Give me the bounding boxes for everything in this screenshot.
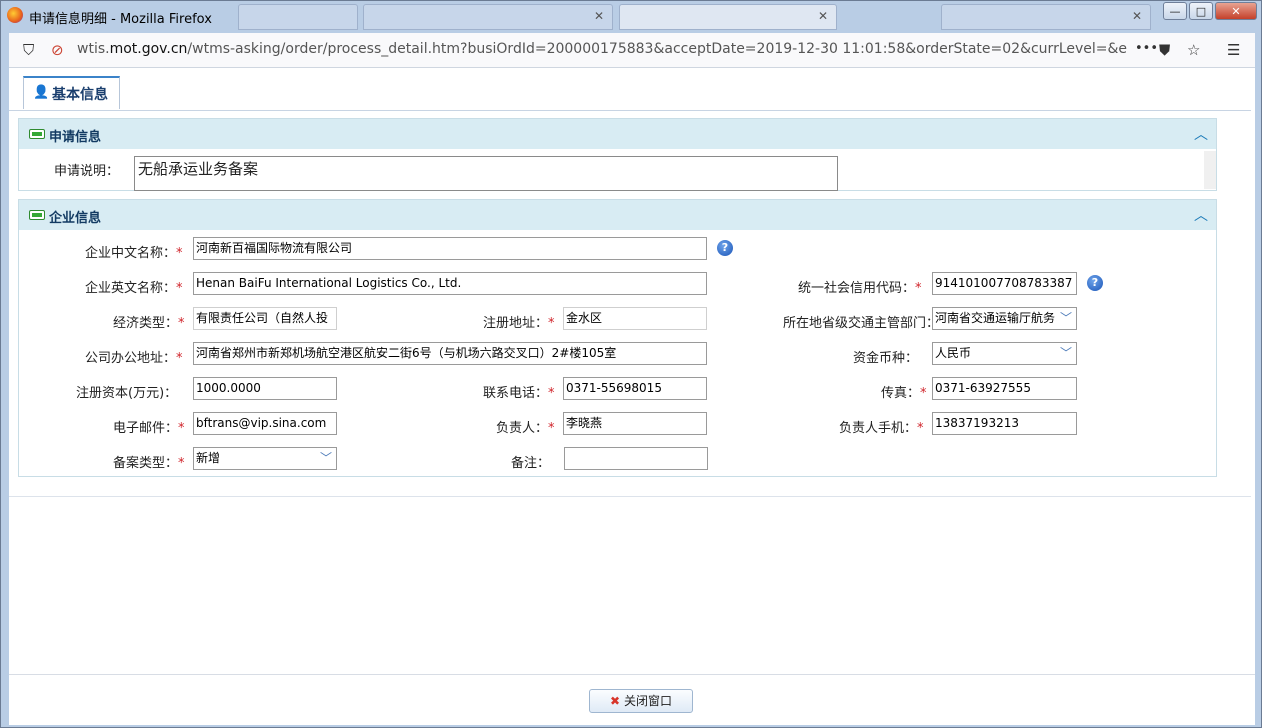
chevron-up-icon[interactable]: ︿ xyxy=(1194,124,1208,144)
close-icon[interactable]: ✕ xyxy=(1132,9,1142,23)
econ-type-field[interactable]: 有限责任公司（自然人投 xyxy=(193,307,337,330)
fax-label: 传真：* xyxy=(881,386,927,401)
window-title: 申请信息明细 - Mozilla Firefox xyxy=(29,12,212,27)
note-field[interactable] xyxy=(564,447,708,470)
firefox-icon xyxy=(7,7,23,23)
chevron-down-icon: ﹀ xyxy=(1059,346,1072,360)
background-tab[interactable]: ✕ xyxy=(363,4,613,30)
econ-type-label: 经济类型：* xyxy=(113,316,185,331)
cn-name-label: 企业中文名称：* xyxy=(85,246,183,261)
remark-label: 申请说明： xyxy=(54,164,120,179)
close-icon[interactable]: ✕ xyxy=(594,9,604,23)
chevron-down-icon: ﹀ xyxy=(1059,311,1072,325)
browser-window: 申请信息明细 - Mozilla Firefox ✕ ✕ ✕ — □ ✕ ⛉ ⊘… xyxy=(0,0,1262,728)
office-address-label: 公司办公地址：* xyxy=(85,351,183,366)
tracking-icon[interactable]: ⊘ xyxy=(51,41,64,59)
close-button-label: 关闭窗口 xyxy=(624,694,673,708)
principal-mobile-label: 负责人手机：* xyxy=(839,421,924,436)
url-text[interactable]: wtis.mot.gov.cn/wtms-asking/order/proces… xyxy=(77,41,1127,57)
reg-address-label: 注册地址：* xyxy=(483,316,555,331)
authority-select[interactable]: 河南省交通运输厅航务 ﹀ xyxy=(932,307,1077,330)
tab-label: 基本信息 xyxy=(52,87,108,103)
page-content: 👤 基本信息 申请信息 ︿ 申请说明： 无船承运业务备案 企业信息 ︿ 企业中文… xyxy=(9,68,1255,674)
background-tab[interactable]: ✕ xyxy=(619,4,837,30)
maximize-button[interactable]: □ xyxy=(1189,2,1213,20)
page-actions-button[interactable]: ••• xyxy=(1135,41,1158,56)
close-window-button[interactable]: ✕ xyxy=(1215,2,1257,20)
apply-info-panel: 申请信息 ︿ 申请说明： 无船承运业务备案 xyxy=(18,118,1217,191)
minimize-button[interactable]: — xyxy=(1163,2,1187,20)
cn-name-field[interactable]: 河南新百福国际物流有限公司 xyxy=(193,237,707,260)
url-bar[interactable]: ⛉ ⊘ wtis.mot.gov.cn/wtms-asking/order/pr… xyxy=(9,33,1255,68)
shield-icon[interactable]: ⛉ xyxy=(23,41,34,59)
phone-label: 联系电话：* xyxy=(483,386,555,401)
scrollbar[interactable] xyxy=(1204,151,1216,189)
panel-header: 企业信息 ︿ xyxy=(19,200,1216,230)
principal-label: 负责人：* xyxy=(496,421,555,436)
principal-mobile-field[interactable]: 13837193213 xyxy=(932,412,1077,435)
bookmark-star-icon[interactable]: ☆ xyxy=(1187,41,1200,59)
divider xyxy=(9,496,1251,497)
panel-title: 申请信息 xyxy=(49,130,102,145)
filing-type-select[interactable]: 新增 ﹀ xyxy=(193,447,337,470)
currency-select[interactable]: 人民币 ﹀ xyxy=(932,342,1077,365)
principal-field[interactable]: 李晓燕 xyxy=(563,412,707,435)
panel-icon xyxy=(29,129,45,139)
background-tab[interactable] xyxy=(238,4,358,30)
email-label: 电子邮件：* xyxy=(113,421,185,436)
close-x-icon: ✖ xyxy=(609,694,621,708)
reg-address-field[interactable]: 金水区 xyxy=(563,307,707,330)
filing-type-label: 备案类型：* xyxy=(113,456,185,471)
company-info-panel: 企业信息 ︿ 企业中文名称：* 河南新百福国际物流有限公司 ? 企业英文名称：*… xyxy=(18,199,1217,477)
title-bar: 申请信息明细 - Mozilla Firefox ✕ ✕ ✕ — □ ✕ xyxy=(1,1,1262,31)
panel-header: 申请信息 ︿ xyxy=(19,119,1216,149)
credit-code-label: 统一社会信用代码：* xyxy=(798,281,922,296)
fax-field[interactable]: 0371-63927555 xyxy=(932,377,1077,400)
panel-title: 企业信息 xyxy=(49,211,102,226)
user-icon: 👤 xyxy=(33,85,50,100)
office-address-field[interactable]: 河南省郑州市新郑机场航空港区航安二街6号（与机场六路交叉口）2#楼105室 xyxy=(193,342,707,365)
email-field[interactable]: bftrans@vip.sina.com xyxy=(193,412,337,435)
tab-strip: 👤 基本信息 xyxy=(9,68,1251,111)
note-label: 备注： xyxy=(511,456,551,471)
chevron-down-icon: ﹀ xyxy=(319,451,332,465)
capital-field[interactable]: 1000.0000 xyxy=(193,377,337,400)
tab-basic-info[interactable]: 👤 基本信息 xyxy=(23,76,120,109)
credit-code-field[interactable]: 914101007708783387 xyxy=(932,272,1077,295)
close-window-page-button[interactable]: ✖ 关闭窗口 xyxy=(589,689,693,713)
menu-icon[interactable]: ☰ xyxy=(1227,41,1240,59)
footer-bar: ✖ 关闭窗口 xyxy=(9,674,1255,725)
en-name-label: 企业英文名称：* xyxy=(85,281,183,296)
en-name-field[interactable]: Henan BaiFu International Logistics Co.,… xyxy=(193,272,707,295)
help-icon[interactable]: ? xyxy=(717,240,733,256)
help-icon[interactable]: ? xyxy=(1087,275,1103,291)
remark-textarea[interactable]: 无船承运业务备案 xyxy=(134,156,838,191)
authority-label: 所在地省级交通主管部门：* xyxy=(783,316,946,331)
panel-icon xyxy=(29,210,45,220)
phone-field[interactable]: 0371-55698015 xyxy=(563,377,707,400)
close-icon[interactable]: ✕ xyxy=(818,9,828,23)
currency-label: 资金币种： xyxy=(853,351,919,366)
pocket-icon[interactable]: ⛊ xyxy=(1159,41,1170,59)
background-tab[interactable]: ✕ xyxy=(941,4,1151,30)
capital-label: 注册资本(万元)： xyxy=(76,386,178,401)
chevron-up-icon[interactable]: ︿ xyxy=(1194,205,1208,225)
